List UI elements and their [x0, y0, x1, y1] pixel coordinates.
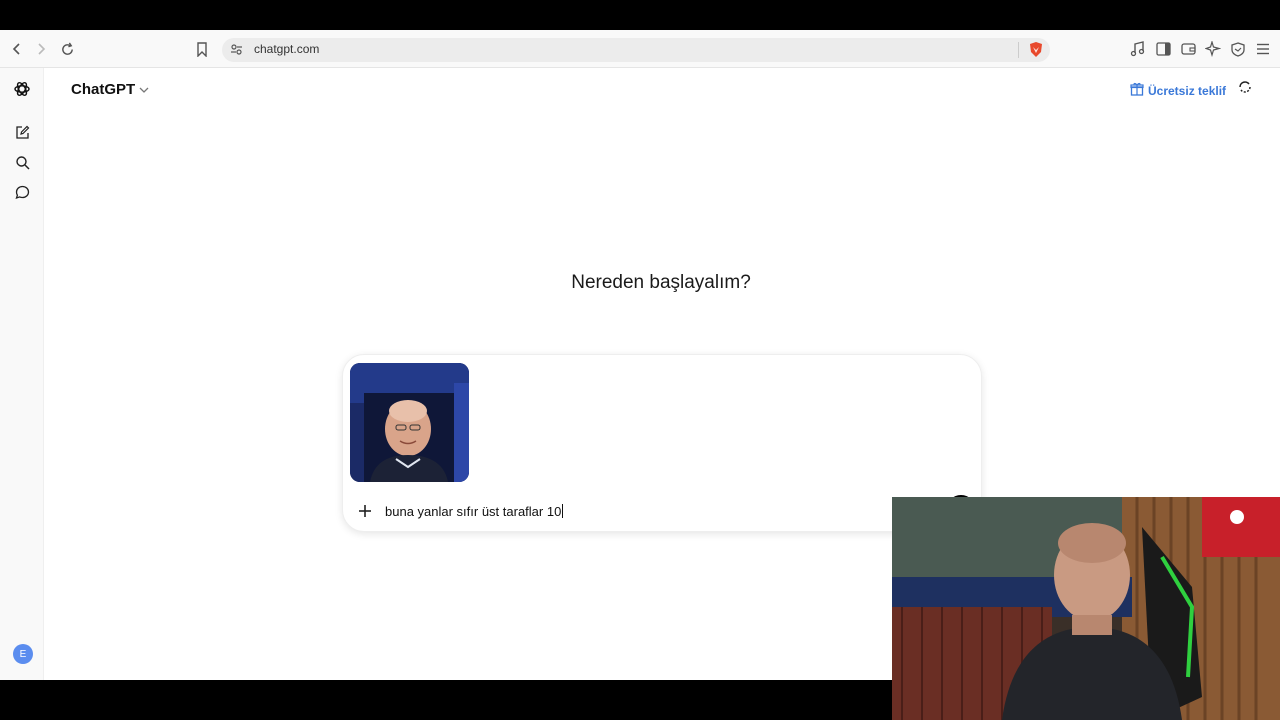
top-letterbox: [0, 0, 1280, 30]
forward-icon[interactable]: [31, 39, 51, 59]
app-sidebar: E: [0, 68, 44, 680]
plus-icon: [359, 505, 371, 517]
add-attachment-button[interactable]: [355, 501, 375, 521]
upgrade-button[interactable]: Ücretsiz teklif: [1130, 82, 1226, 99]
divider: [1018, 42, 1019, 58]
chat-icon[interactable]: [12, 182, 32, 202]
leo-ai-icon[interactable]: [1203, 39, 1223, 59]
media-icon[interactable]: [1128, 39, 1148, 59]
site-settings-icon[interactable]: [230, 43, 243, 61]
prompt-text[interactable]: buna yanlar sıfır üst taraflar 10: [385, 504, 561, 519]
vpn-icon[interactable]: [1228, 39, 1248, 59]
url-text[interactable]: chatgpt.com: [254, 42, 319, 56]
attached-image-thumbnail[interactable]: [350, 363, 469, 482]
menu-icon[interactable]: [1253, 39, 1273, 59]
new-chat-icon[interactable]: [12, 122, 32, 142]
brave-shield-icon[interactable]: [1028, 41, 1044, 63]
sidebar-icon[interactable]: [1153, 39, 1173, 59]
avatar[interactable]: E: [13, 644, 33, 664]
openai-logo-icon[interactable]: [12, 79, 32, 99]
webcam-overlay: [892, 497, 1280, 720]
upgrade-label[interactable]: Ücretsiz teklif: [1148, 84, 1226, 98]
composer: buna yanlar sıfır üst taraflar 10: [342, 354, 982, 532]
reload-icon[interactable]: [57, 39, 77, 59]
model-selector[interactable]: ChatGPT: [71, 81, 149, 98]
bookmark-icon[interactable]: [192, 39, 212, 59]
back-icon[interactable]: [7, 39, 27, 59]
chevron-down-icon[interactable]: [139, 81, 149, 98]
browser-toolbar: chatgpt.com: [0, 30, 1280, 68]
address-bar[interactable]: chatgpt.com: [222, 38, 1050, 62]
text-caret: [562, 504, 564, 518]
wallet-icon[interactable]: [1178, 39, 1198, 59]
model-name[interactable]: ChatGPT: [71, 81, 135, 98]
search-icon[interactable]: [12, 152, 32, 172]
prompt-input[interactable]: buna yanlar sıfır üst taraflar 10: [385, 504, 564, 519]
page-title: Nereden başlayalım?: [571, 272, 751, 293]
gift-icon: [1130, 82, 1144, 99]
temporary-chat-icon[interactable]: [1237, 79, 1253, 100]
